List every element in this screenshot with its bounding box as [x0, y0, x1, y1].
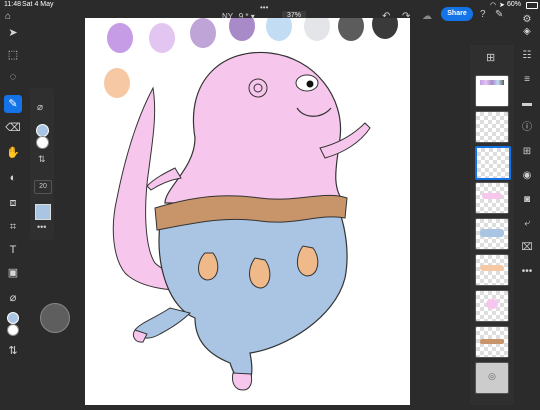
battery-percent: 60%	[507, 1, 522, 8]
dodge-icon[interactable]: ◐	[4, 169, 22, 187]
creature-right-foot	[232, 372, 253, 391]
more-icon[interactable]: •••	[37, 222, 46, 232]
adjust-icon[interactable]: ☷	[519, 48, 535, 64]
secondary-color-swatch[interactable]	[7, 324, 19, 336]
share-button[interactable]: Share	[441, 7, 473, 21]
battery-icon	[526, 2, 538, 9]
smudge-icon[interactable]: ✋	[4, 144, 22, 162]
crop-icon[interactable]: ⌗	[4, 218, 22, 236]
layer-thumbnail[interactable]	[475, 75, 509, 107]
left-toolbar: ➤ ⬚ ◌ ✎ ⌫ ✋ ◐ ⧈ ⌗ T ▣ ⌀ ⇅	[0, 24, 26, 405]
color-swatch	[372, 9, 398, 39]
layer-thumbnail[interactable]	[475, 326, 509, 358]
brush-options-panel: ⌀ ⇅ 20 •••	[30, 88, 54, 240]
color-swatch	[266, 11, 292, 41]
clear-icon[interactable]: ⌧	[519, 240, 535, 256]
add-layer-icon[interactable]: ⊞	[486, 51, 495, 64]
status-date: Sat 4 May	[22, 1, 54, 8]
swap-colors-icon[interactable]: ⇅	[4, 342, 22, 360]
fill-icon[interactable]: ⧈	[4, 194, 22, 212]
creature-ear	[248, 78, 268, 98]
color-swatch	[304, 11, 330, 41]
primary-color-swatch[interactable]	[7, 312, 19, 324]
color-swatch	[104, 68, 130, 98]
layer-thumbnail[interactable]	[475, 111, 509, 143]
merge-icon[interactable]: ⤶	[519, 216, 535, 232]
visibility-icon[interactable]: ◉	[519, 168, 535, 184]
creature-body	[164, 51, 347, 204]
eraser-icon[interactable]: ⌫	[4, 119, 22, 137]
more-options-icon[interactable]: •••	[260, 3, 268, 13]
brush-icon[interactable]: ✎	[4, 95, 22, 113]
location-icon: ➤	[499, 2, 505, 9]
canvas[interactable]	[85, 9, 410, 405]
layers-icon[interactable]: ◈	[519, 24, 535, 40]
select-arrow-icon[interactable]: ➤	[4, 24, 22, 42]
status-time: 11:48	[4, 1, 21, 8]
info-icon[interactable]: ⓘ	[519, 120, 535, 136]
secondary-color-swatch[interactable]	[36, 136, 49, 149]
creature-trousers	[158, 212, 348, 384]
layer-thumbnail[interactable]	[475, 218, 509, 250]
color-swatch	[338, 11, 364, 41]
layer-thumbnail[interactable]	[475, 290, 509, 322]
brush-color-swatch[interactable]	[35, 204, 51, 220]
color-swatch	[107, 23, 133, 53]
brush-preview-button[interactable]	[40, 303, 70, 333]
eyedropper-icon[interactable]: ⌀	[4, 289, 22, 307]
image-place-icon[interactable]: ▣	[4, 264, 22, 282]
color-swatch	[149, 23, 175, 53]
creature-pupil	[306, 80, 314, 88]
layer-thumbnail[interactable]	[475, 182, 509, 214]
artwork	[104, 9, 398, 391]
swap-colors-icon[interactable]: ⇅	[38, 154, 46, 165]
text-icon[interactable]: T	[4, 241, 22, 259]
more-icon[interactable]: •••	[519, 264, 535, 280]
add-icon[interactable]: ⊞	[519, 144, 535, 160]
cloud-icon[interactable]: ☁	[422, 12, 432, 22]
transform-icon[interactable]: ⬚	[4, 46, 22, 64]
help-icon[interactable]: ?	[480, 10, 486, 20]
layer-thumbnail-selected[interactable]	[475, 146, 511, 180]
wifi-icon: ◠	[490, 2, 497, 9]
properties-icon[interactable]: ≡	[519, 72, 535, 88]
layer-thumbnail[interactable]: ◎	[475, 362, 509, 394]
home-icon[interactable]: ⌂	[5, 12, 11, 22]
hidden-layer-icon: ◎	[488, 371, 496, 381]
layer-thumbnail[interactable]	[475, 254, 509, 286]
brush-size-field[interactable]: 20	[34, 180, 52, 194]
eyedropper-icon[interactable]: ⌀	[37, 102, 43, 113]
layers-panel: ⊞ ◎	[470, 45, 514, 405]
comments-icon[interactable]: ▬	[519, 96, 535, 112]
lasso-icon[interactable]: ◌	[4, 68, 22, 86]
color-swatch	[190, 18, 216, 48]
edit-tools-icon[interactable]: ✎	[495, 10, 503, 20]
right-rail: ⚙ ◈ ☷ ≡ ▬ ⓘ ⊞ ◉ ◙ ⤶ ⌧ •••	[514, 10, 540, 405]
mask-icon[interactable]: ◙	[519, 192, 535, 208]
color-swatch	[229, 11, 255, 41]
